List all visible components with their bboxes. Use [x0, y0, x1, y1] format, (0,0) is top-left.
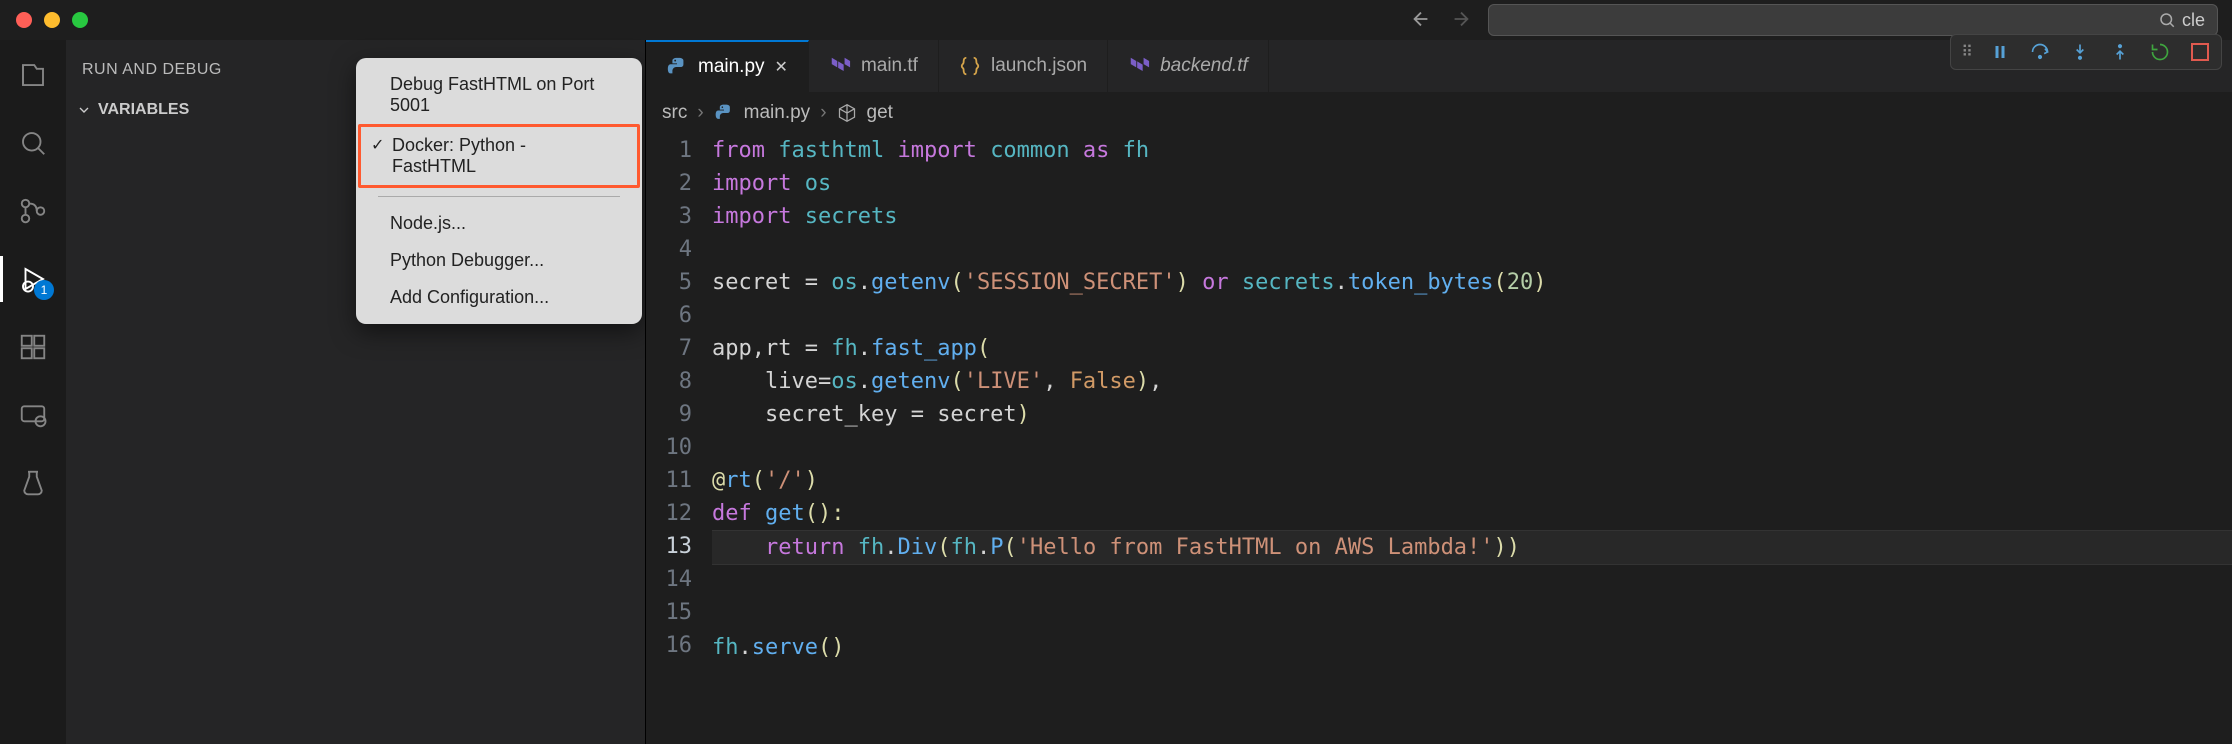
line-gutter: 12345678910111213141516 [654, 134, 712, 744]
tab-main-py[interactable]: main.py ✕ [646, 40, 809, 92]
json-icon [959, 55, 981, 77]
python-icon [714, 103, 734, 123]
cube-icon [837, 103, 857, 123]
search-activity-icon[interactable] [16, 126, 50, 160]
close-window[interactable] [16, 12, 32, 28]
titlebar: cle [0, 0, 2232, 40]
dropdown-item[interactable]: Node.js... [356, 205, 642, 242]
python-icon [666, 56, 688, 78]
debug-toolbar: ⠿ [1950, 34, 2222, 70]
run-debug-panel: RUN AND DEBUG ··· VARIABLES Debug FastHT… [66, 40, 646, 744]
step-into-icon[interactable] [2069, 41, 2091, 63]
code-content[interactable]: from fasthtml import common as fhimport … [712, 134, 2232, 744]
dropdown-separator [378, 196, 620, 197]
tab-label: main.tf [861, 55, 918, 77]
run-and-debug-icon[interactable]: 1 [16, 262, 50, 296]
step-out-icon[interactable] [2109, 41, 2131, 63]
pause-icon[interactable] [1989, 41, 2011, 63]
search-icon [2158, 11, 2176, 29]
source-control-icon[interactable] [16, 194, 50, 228]
step-over-icon[interactable] [2029, 41, 2051, 63]
window-controls [16, 12, 88, 28]
panel-title: RUN AND DEBUG [82, 61, 222, 79]
breadcrumb-part[interactable]: src [662, 102, 687, 124]
history-nav [1410, 8, 1472, 30]
tab-label: main.py [698, 56, 765, 78]
close-icon[interactable]: ✕ [775, 57, 788, 77]
search-input-value: cle [2182, 10, 2205, 31]
tab-label: launch.json [991, 55, 1087, 77]
drag-handle-icon[interactable]: ⠿ [1961, 42, 1971, 62]
stop-icon[interactable] [2189, 41, 2211, 63]
tab-main-tf[interactable]: main.tf [809, 40, 939, 92]
restart-icon[interactable] [2149, 41, 2171, 63]
terraform-icon [829, 55, 851, 77]
breadcrumb-part[interactable]: main.py [744, 102, 811, 124]
code-editor[interactable]: 12345678910111213141516 from fasthtml im… [646, 134, 2232, 744]
launch-config-dropdown: Debug FastHTML on Port 5001 Docker: Pyth… [356, 58, 642, 324]
dropdown-item[interactable]: Add Configuration... [356, 279, 642, 316]
command-center-search[interactable]: cle [1488, 4, 2218, 36]
explorer-icon[interactable] [16, 58, 50, 92]
activity-bar: 1 [0, 40, 66, 744]
maximize-window[interactable] [72, 12, 88, 28]
dropdown-item[interactable]: Python Debugger... [356, 242, 642, 279]
dropdown-item[interactable]: Debug FastHTML on Port 5001 [356, 66, 642, 124]
extensions-icon[interactable] [16, 330, 50, 364]
dropdown-item-selected[interactable]: Docker: Python - FastHTML [358, 124, 640, 188]
back-icon[interactable] [1410, 8, 1432, 30]
breadcrumb-sep: › [820, 102, 826, 124]
breadcrumb-sep: › [697, 102, 703, 124]
terraform-icon [1128, 55, 1150, 77]
tab-backend-tf[interactable]: backend.tf [1108, 40, 1269, 92]
variables-label: VARIABLES [98, 101, 189, 119]
breadcrumb-part[interactable]: get [867, 102, 893, 124]
editor-tabs: main.py ✕ main.tf launch.json backend.tf ⠿ [646, 40, 2232, 92]
editor: main.py ✕ main.tf launch.json backend.tf ⠿ [646, 40, 2232, 744]
breadcrumb[interactable]: src › main.py › get [646, 92, 2232, 134]
remote-icon[interactable] [16, 398, 50, 432]
testing-icon[interactable] [16, 466, 50, 500]
forward-icon[interactable] [1450, 8, 1472, 30]
minimize-window[interactable] [44, 12, 60, 28]
tab-launch-json[interactable]: launch.json [939, 40, 1108, 92]
debug-badge: 1 [34, 280, 54, 300]
chevron-down-icon [76, 102, 92, 118]
tab-label: backend.tf [1160, 55, 1248, 77]
